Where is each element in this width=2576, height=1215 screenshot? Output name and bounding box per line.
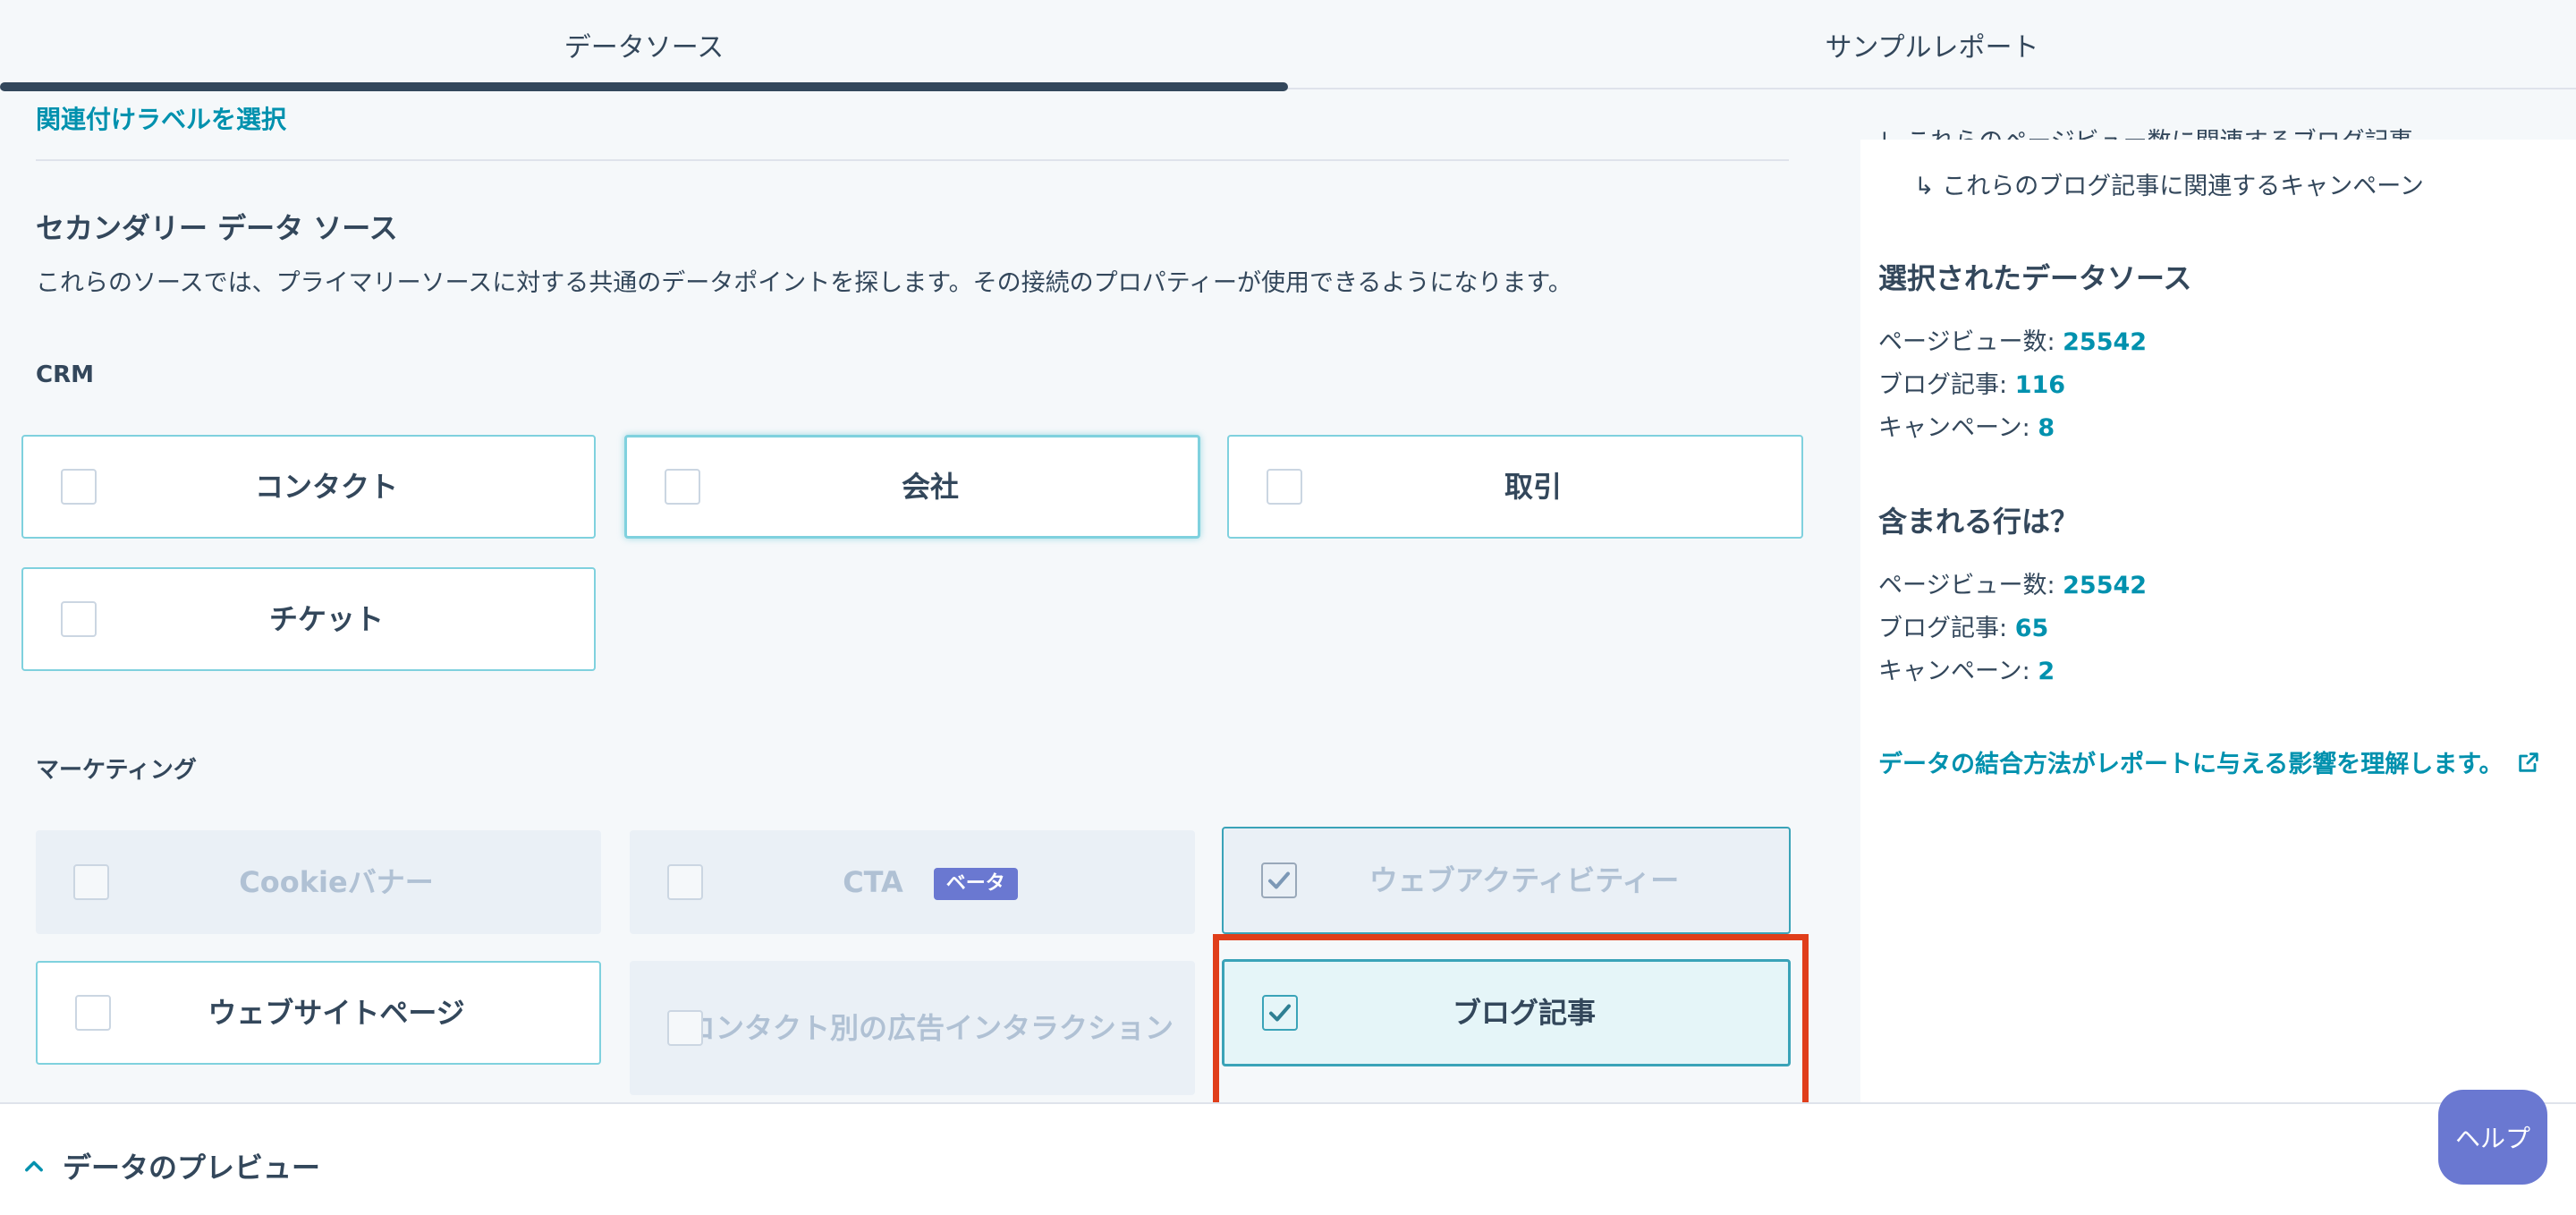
secondary-source-title: セカンダリー データ ソース bbox=[36, 211, 398, 245]
help-button[interactable]: ヘルプ bbox=[2438, 1090, 2547, 1185]
row-value: 2 bbox=[2038, 658, 2055, 685]
data-preview-label: データのプレビュー bbox=[63, 1151, 321, 1185]
checkmark-icon bbox=[1269, 1004, 1291, 1022]
external-link-icon bbox=[2518, 752, 2538, 772]
selected-row: ページビュー数: 25542 bbox=[1878, 322, 2147, 357]
source-card-label: 取引 bbox=[1504, 470, 1562, 504]
source-card-web-activity: ウェブアクティビティー bbox=[1222, 827, 1791, 934]
included-row: ページビュー数: 25542 bbox=[1878, 565, 2147, 600]
learn-join-link-text: データの結合方法がレポートに与える影響を理解します。 bbox=[1878, 751, 2504, 778]
source-card-cta: CTA ベータ bbox=[630, 830, 1195, 934]
row-value: 65 bbox=[2014, 615, 2049, 642]
data-preview-bar: データのプレビュー bbox=[0, 1102, 2576, 1215]
active-tab-indicator bbox=[0, 82, 1288, 91]
chevron-up-icon bbox=[25, 1160, 43, 1172]
source-card-label: コンタクト bbox=[254, 470, 398, 504]
row-value: 8 bbox=[2038, 414, 2055, 442]
row-label: ページビュー数: bbox=[1878, 328, 2063, 356]
source-card-website-page[interactable]: ウェブサイトページ bbox=[36, 961, 601, 1065]
select-association-label-link[interactable]: 関連付けラベルを選択 bbox=[36, 100, 286, 136]
source-card-label: 会社 bbox=[901, 470, 959, 504]
row-value: 25542 bbox=[2063, 328, 2148, 356]
tab-data-source[interactable]: データソース bbox=[0, 0, 1288, 89]
association-line-truncated: ↳ これらのページビュー数に関連するブログ記事 bbox=[1878, 122, 2413, 140]
source-card-label: Cookieバナー bbox=[239, 865, 434, 899]
summary-panel: ↳ これらのページビュー数に関連するブログ記事 ↳ これらのブログ記事に関連する… bbox=[1860, 128, 2576, 1102]
checkbox[interactable] bbox=[665, 469, 700, 505]
secondary-source-description: これらのソースでは、プライマリーソースに対する共通のデータポイントを探します。そ… bbox=[36, 269, 1572, 297]
marketing-group-label: マーケティング bbox=[36, 757, 197, 784]
source-card-label: CTA ベータ bbox=[630, 861, 1195, 904]
checkbox bbox=[73, 864, 109, 900]
checkbox[interactable] bbox=[75, 995, 111, 1031]
row-label: ページビュー数: bbox=[1878, 572, 2063, 599]
included-row: キャンペーン: 2 bbox=[1878, 651, 2055, 686]
data-preview-toggle[interactable]: データのプレビュー bbox=[21, 1145, 320, 1186]
checkbox[interactable] bbox=[1267, 469, 1302, 505]
source-card-label: ウェブサイトページ bbox=[208, 996, 465, 1030]
included-rows-title: 含まれる行は？ bbox=[1878, 505, 2080, 539]
row-label: ブログ記事: bbox=[1878, 615, 2015, 642]
source-card-ad-interactions: コンタクト別の広告インタラクション bbox=[630, 961, 1195, 1095]
checkbox[interactable] bbox=[61, 601, 97, 637]
cta-label: CTA bbox=[843, 865, 903, 899]
source-card-label: ブログ記事 bbox=[1452, 996, 1596, 1030]
checkbox[interactable] bbox=[61, 469, 97, 505]
source-card-contact[interactable]: コンタクト bbox=[21, 435, 596, 539]
tab-sample-report[interactable]: サンプルレポート bbox=[1288, 0, 2576, 89]
checkbox-checked[interactable] bbox=[1262, 995, 1298, 1031]
source-card-company[interactable]: 会社 bbox=[624, 435, 1200, 539]
row-label: キャンペーン: bbox=[1878, 414, 2038, 442]
learn-join-link[interactable]: データの結合方法がレポートに与える影響を理解します。 bbox=[1878, 744, 2541, 779]
checkbox bbox=[667, 864, 703, 900]
source-card-label: チケット bbox=[268, 602, 384, 636]
source-card-cookie-banner: Cookieバナー bbox=[36, 830, 601, 934]
data-source-panel: 関連付けラベルを選択 セカンダリー データ ソース これらのソースでは、プライマ… bbox=[0, 91, 1860, 1102]
row-label: キャンペーン: bbox=[1878, 658, 2038, 685]
source-card-label: コンタクト別の広告インタラクション bbox=[686, 1011, 1174, 1045]
source-card-ticket[interactable]: チケット bbox=[21, 567, 596, 671]
selected-row: キャンペーン: 8 bbox=[1878, 408, 2055, 443]
source-card-blog-post[interactable]: ブログ記事 bbox=[1222, 959, 1791, 1066]
checkbox bbox=[667, 1010, 703, 1046]
row-label: ブログ記事: bbox=[1878, 371, 2015, 399]
checkmark-icon bbox=[1268, 871, 1290, 889]
selected-row: ブログ記事: 116 bbox=[1878, 365, 2065, 400]
row-value: 116 bbox=[2014, 371, 2066, 399]
divider bbox=[36, 159, 1789, 161]
row-value: 25542 bbox=[2063, 572, 2148, 599]
source-card-label: ウェブアクティビティー bbox=[1368, 863, 1680, 897]
beta-badge: ベータ bbox=[933, 868, 1018, 900]
included-row: ブログ記事: 65 bbox=[1878, 608, 2048, 643]
tab-bar: データソース サンプルレポート bbox=[0, 0, 2576, 91]
source-card-deal[interactable]: 取引 bbox=[1227, 435, 1803, 539]
checkbox-checked bbox=[1261, 862, 1297, 898]
association-line: ↳ これらのブログ記事に関連するキャンペーン bbox=[1914, 173, 2424, 200]
selected-sources-title: 選択されたデータソース bbox=[1878, 261, 2192, 295]
crm-group-label: CRM bbox=[36, 361, 94, 388]
